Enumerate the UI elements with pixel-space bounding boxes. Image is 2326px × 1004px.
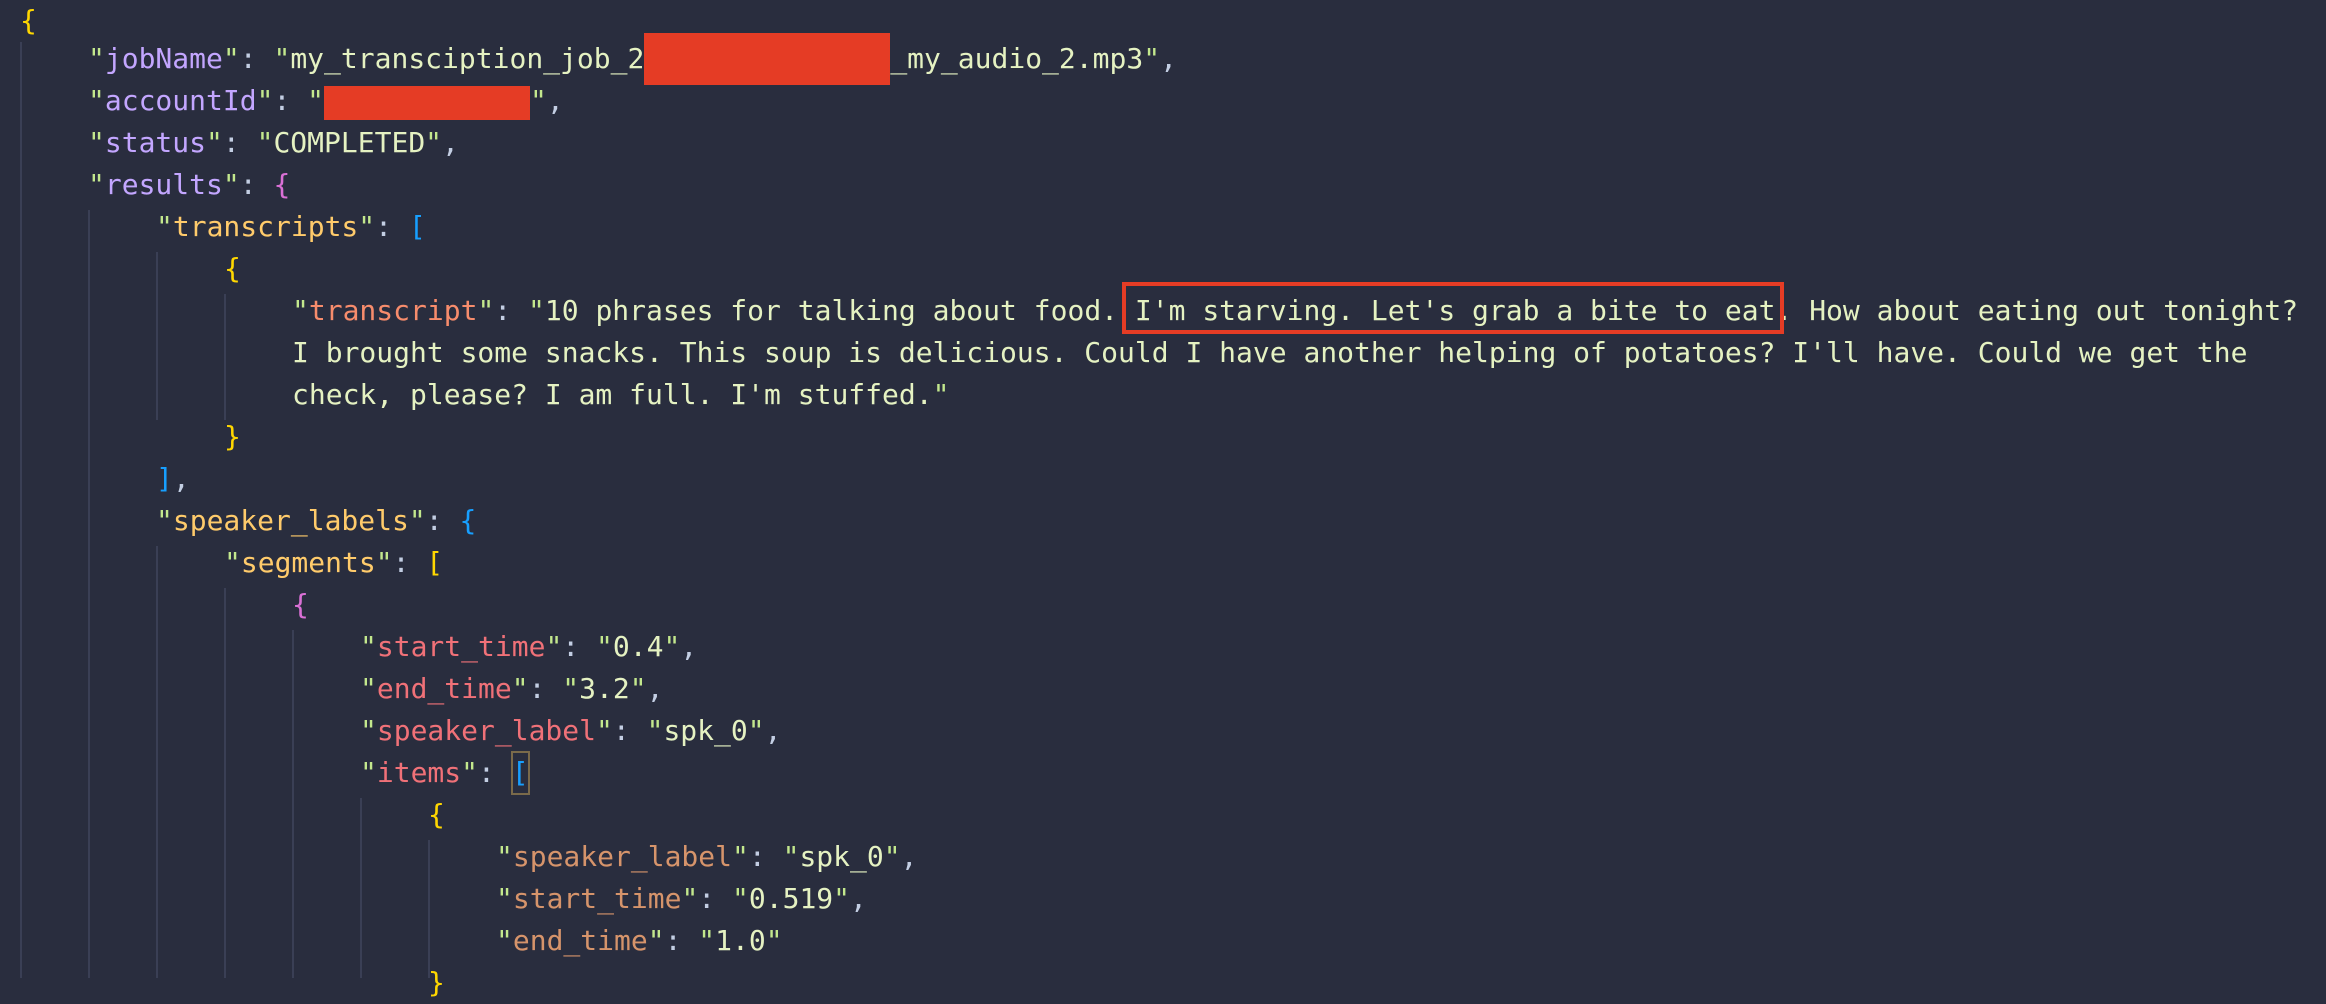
- redaction-box: [644, 33, 891, 85]
- end-time-key: end_time: [376, 672, 512, 705]
- speaker-label-key: speaker_label: [376, 714, 597, 747]
- code-line: }: [428, 966, 445, 999]
- code-line-item-speaker-label: "speaker_label": "spk_0",: [496, 840, 918, 873]
- speaker-labels-key: speaker_labels: [172, 504, 409, 537]
- open-brace: {: [20, 4, 37, 37]
- status-value: COMPLETED: [273, 126, 426, 159]
- jobname-value-suffix: _my_audio_2.mp3: [890, 42, 1144, 75]
- indent-guide: [360, 798, 362, 978]
- code-line-item-end-time: "end_time": "1.0": [496, 924, 783, 957]
- code-line-speaker-labels: "speaker_labels": {: [156, 504, 477, 537]
- code-line: {: [20, 0, 120, 42]
- speaker-label-value: spk_0: [663, 714, 748, 747]
- indent-guide: [224, 588, 226, 978]
- indent-guide: [224, 294, 226, 420]
- code-line-transcripts: "transcripts": [: [156, 210, 426, 243]
- indent-guide: [20, 42, 22, 978]
- code-line-item-start-time: "start_time": "0.519",: [496, 882, 867, 915]
- status-key: status: [104, 126, 207, 159]
- segments-key: segments: [240, 546, 376, 579]
- code-line-results: "results": {: [88, 168, 291, 201]
- code-line: ],: [156, 462, 190, 495]
- end-time-value: 3.2: [579, 672, 630, 705]
- code-line-transcript-cont: check, please? I am full. I'm stuffed.": [292, 378, 950, 411]
- indent-guide: [428, 840, 430, 978]
- item-start-time-key: start_time: [512, 882, 682, 915]
- code-editor[interactable]: { "jobName": "my_transciption_job_2 _my_a…: [0, 0, 2326, 999]
- highlight-box: [1122, 282, 1784, 334]
- indent-guide: [88, 210, 90, 978]
- jobname-value-prefix: my_transciption_job_2: [290, 42, 645, 75]
- code-line-status: "status": "COMPLETED",: [88, 126, 459, 159]
- transcripts-key: transcripts: [172, 210, 359, 243]
- item-speaker-label-key: speaker_label: [512, 840, 733, 873]
- jobname-key: jobName: [104, 42, 223, 75]
- item-start-time-value: 0.519: [748, 882, 834, 915]
- redaction-box: [324, 86, 531, 120]
- item-speaker-label-value: spk_0: [799, 840, 884, 873]
- code-line-segments: "segments": [: [224, 546, 444, 579]
- transcript-text-line3: check, please? I am full. I'm stuffed.: [292, 378, 933, 411]
- indent-guide: [292, 630, 294, 978]
- items-key: items: [376, 756, 462, 789]
- start-time-key: start_time: [376, 630, 546, 663]
- code-line: {: [292, 588, 309, 621]
- accountid-key: accountId: [104, 84, 257, 117]
- code-line-start-time: "start_time": "0.4",: [360, 630, 698, 663]
- transcript-text-line2: I brought some snacks. This soup is deli…: [292, 336, 2248, 369]
- matched-bracket: [: [510, 751, 530, 795]
- start-time-value: 0.4: [612, 630, 664, 663]
- indent-guide: [156, 546, 158, 978]
- indent-guide: [156, 252, 158, 420]
- results-key: results: [104, 168, 223, 201]
- code-line: {: [224, 252, 241, 285]
- code-line: {: [428, 798, 445, 831]
- item-end-time-value: 1.0: [715, 924, 766, 957]
- code-line-end-time: "end_time": "3.2",: [360, 672, 664, 705]
- transcript-key: transcript: [308, 294, 478, 327]
- code-line-speaker-label: "speaker_label": "spk_0",: [360, 714, 782, 747]
- code-line-accountid: "accountId": " ",: [88, 80, 2288, 122]
- code-line: }: [224, 420, 241, 453]
- item-end-time-key: end_time: [512, 924, 648, 957]
- code-line-transcript-cont: I brought some snacks. This soup is deli…: [292, 332, 2322, 374]
- transcript-text-part1: 10 phrases for talking about food.: [544, 294, 1135, 327]
- transcript-text-part2: How about eating out tonight?: [1792, 294, 2299, 327]
- code-line-jobname: "jobName": "my_transciption_job_2 _my_aud…: [88, 33, 2288, 85]
- code-line-items: "items": [: [360, 751, 2260, 795]
